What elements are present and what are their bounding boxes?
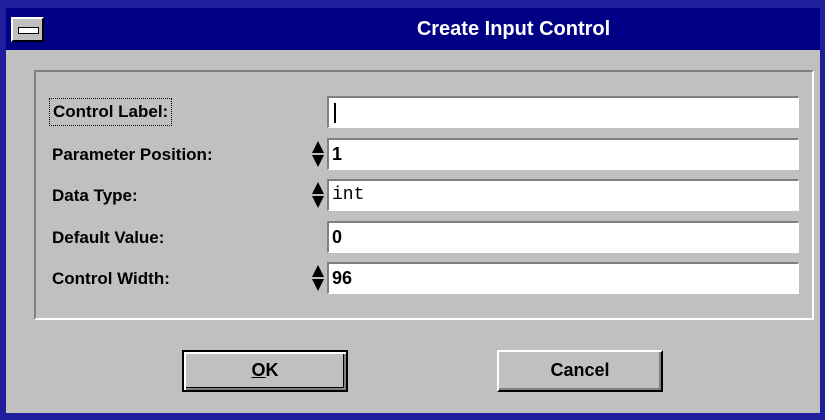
- data-type-value: int: [332, 185, 365, 205]
- title-bar[interactable]: Create Input Control: [6, 8, 820, 50]
- spin-down-arrow-icon[interactable]: [312, 279, 324, 291]
- window-frame-top: [0, 0, 825, 8]
- control-width-spinner[interactable]: [310, 262, 325, 294]
- window-frame-bottom: [0, 413, 825, 420]
- control-width-label: Control Width:: [52, 269, 170, 288]
- text-caret: [334, 103, 336, 124]
- ok-label: K: [265, 360, 279, 380]
- control-label-input[interactable]: [327, 96, 799, 128]
- window-frame-right: [820, 0, 825, 420]
- data-type-spinner[interactable]: [310, 179, 325, 211]
- system-menu-button[interactable]: [11, 17, 44, 42]
- system-menu-icon: [18, 27, 39, 34]
- spin-up-arrow-icon[interactable]: [312, 265, 324, 277]
- spin-up-arrow-icon[interactable]: [312, 182, 324, 194]
- default-value-label: Default Value:: [52, 228, 165, 247]
- parameter-position-input[interactable]: 1: [327, 138, 799, 170]
- window-frame-left: [0, 0, 6, 420]
- parameter-position-label: Parameter Position:: [52, 145, 213, 164]
- cancel-button[interactable]: Cancel: [497, 350, 663, 392]
- ok-button[interactable]: OK: [182, 350, 348, 392]
- spin-up-arrow-icon[interactable]: [312, 141, 324, 153]
- data-type-label: Data Type:: [52, 186, 138, 205]
- data-type-input[interactable]: int: [327, 179, 799, 211]
- dialog-window: Create Input Control Control Label: Para…: [0, 0, 825, 420]
- spin-down-arrow-icon[interactable]: [312, 196, 324, 208]
- default-value-input[interactable]: 0: [327, 221, 799, 253]
- parameter-position-value: 1: [332, 144, 343, 164]
- control-label-label: Control Label:: [49, 98, 173, 126]
- control-width-value: 96: [332, 268, 353, 288]
- default-value-value: 0: [332, 227, 343, 247]
- spin-down-arrow-icon[interactable]: [312, 155, 324, 167]
- ok-mnemonic: O: [251, 360, 266, 380]
- control-width-input[interactable]: 96: [327, 262, 799, 294]
- parameter-position-spinner[interactable]: [310, 138, 325, 170]
- window-title: Create Input Control: [416, 18, 611, 40]
